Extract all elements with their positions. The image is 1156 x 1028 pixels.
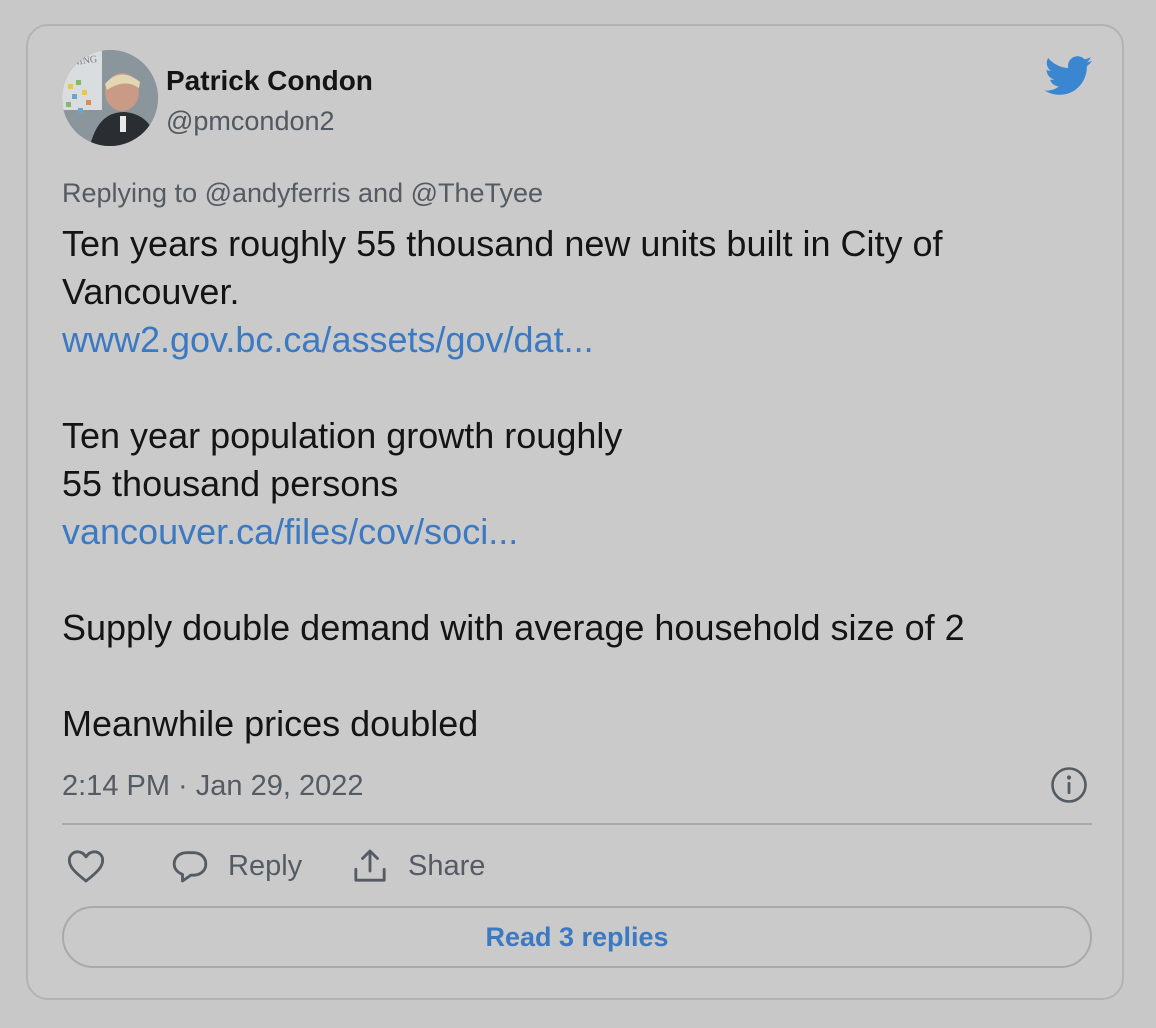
tweet-card: NING Patrick Condon @pmcondon2 Replying … bbox=[26, 24, 1124, 1000]
author-name[interactable]: Patrick Condon bbox=[166, 64, 373, 98]
avatar[interactable]: NING bbox=[62, 50, 158, 146]
tweet-link-vancouver[interactable]: vancouver.ca/files/cov/soci... bbox=[62, 508, 1072, 556]
heart-icon bbox=[67, 850, 105, 883]
reply-label: Reply bbox=[228, 850, 303, 882]
twitter-bird-icon[interactable] bbox=[1044, 56, 1094, 96]
tweet-line: Ten years roughly 55 thousand new units … bbox=[62, 223, 943, 264]
replying-to-text: Replying to @andyferris and @TheTyee bbox=[62, 178, 544, 208]
tweet-link-gov-bc[interactable]: www2.gov.bc.ca/assets/gov/dat... bbox=[62, 316, 1072, 364]
info-icon[interactable] bbox=[1050, 766, 1088, 804]
tweet-text: Ten years roughly 55 thousand new units … bbox=[62, 220, 1072, 748]
tweet-line: 55 thousand persons bbox=[62, 463, 399, 504]
share-label: Share bbox=[408, 850, 486, 882]
tweet-line: Supply double demand with average househ… bbox=[62, 607, 965, 648]
author-handle[interactable]: @pmcondon2 bbox=[166, 104, 335, 138]
speech-bubble-icon bbox=[172, 851, 208, 883]
divider bbox=[62, 823, 1092, 825]
share-upload-icon bbox=[354, 849, 386, 882]
tweet-line: Meanwhile prices doubled bbox=[62, 703, 479, 744]
read-replies-button[interactable]: Read 3 replies bbox=[62, 906, 1092, 968]
tweet-line: Ten year population growth roughly bbox=[62, 415, 623, 456]
like-button[interactable] bbox=[66, 846, 106, 886]
tweet-timestamp[interactable]: 2:14 PM · Jan 29, 2022 bbox=[62, 768, 363, 804]
tweet-line: Vancouver. bbox=[62, 271, 240, 312]
